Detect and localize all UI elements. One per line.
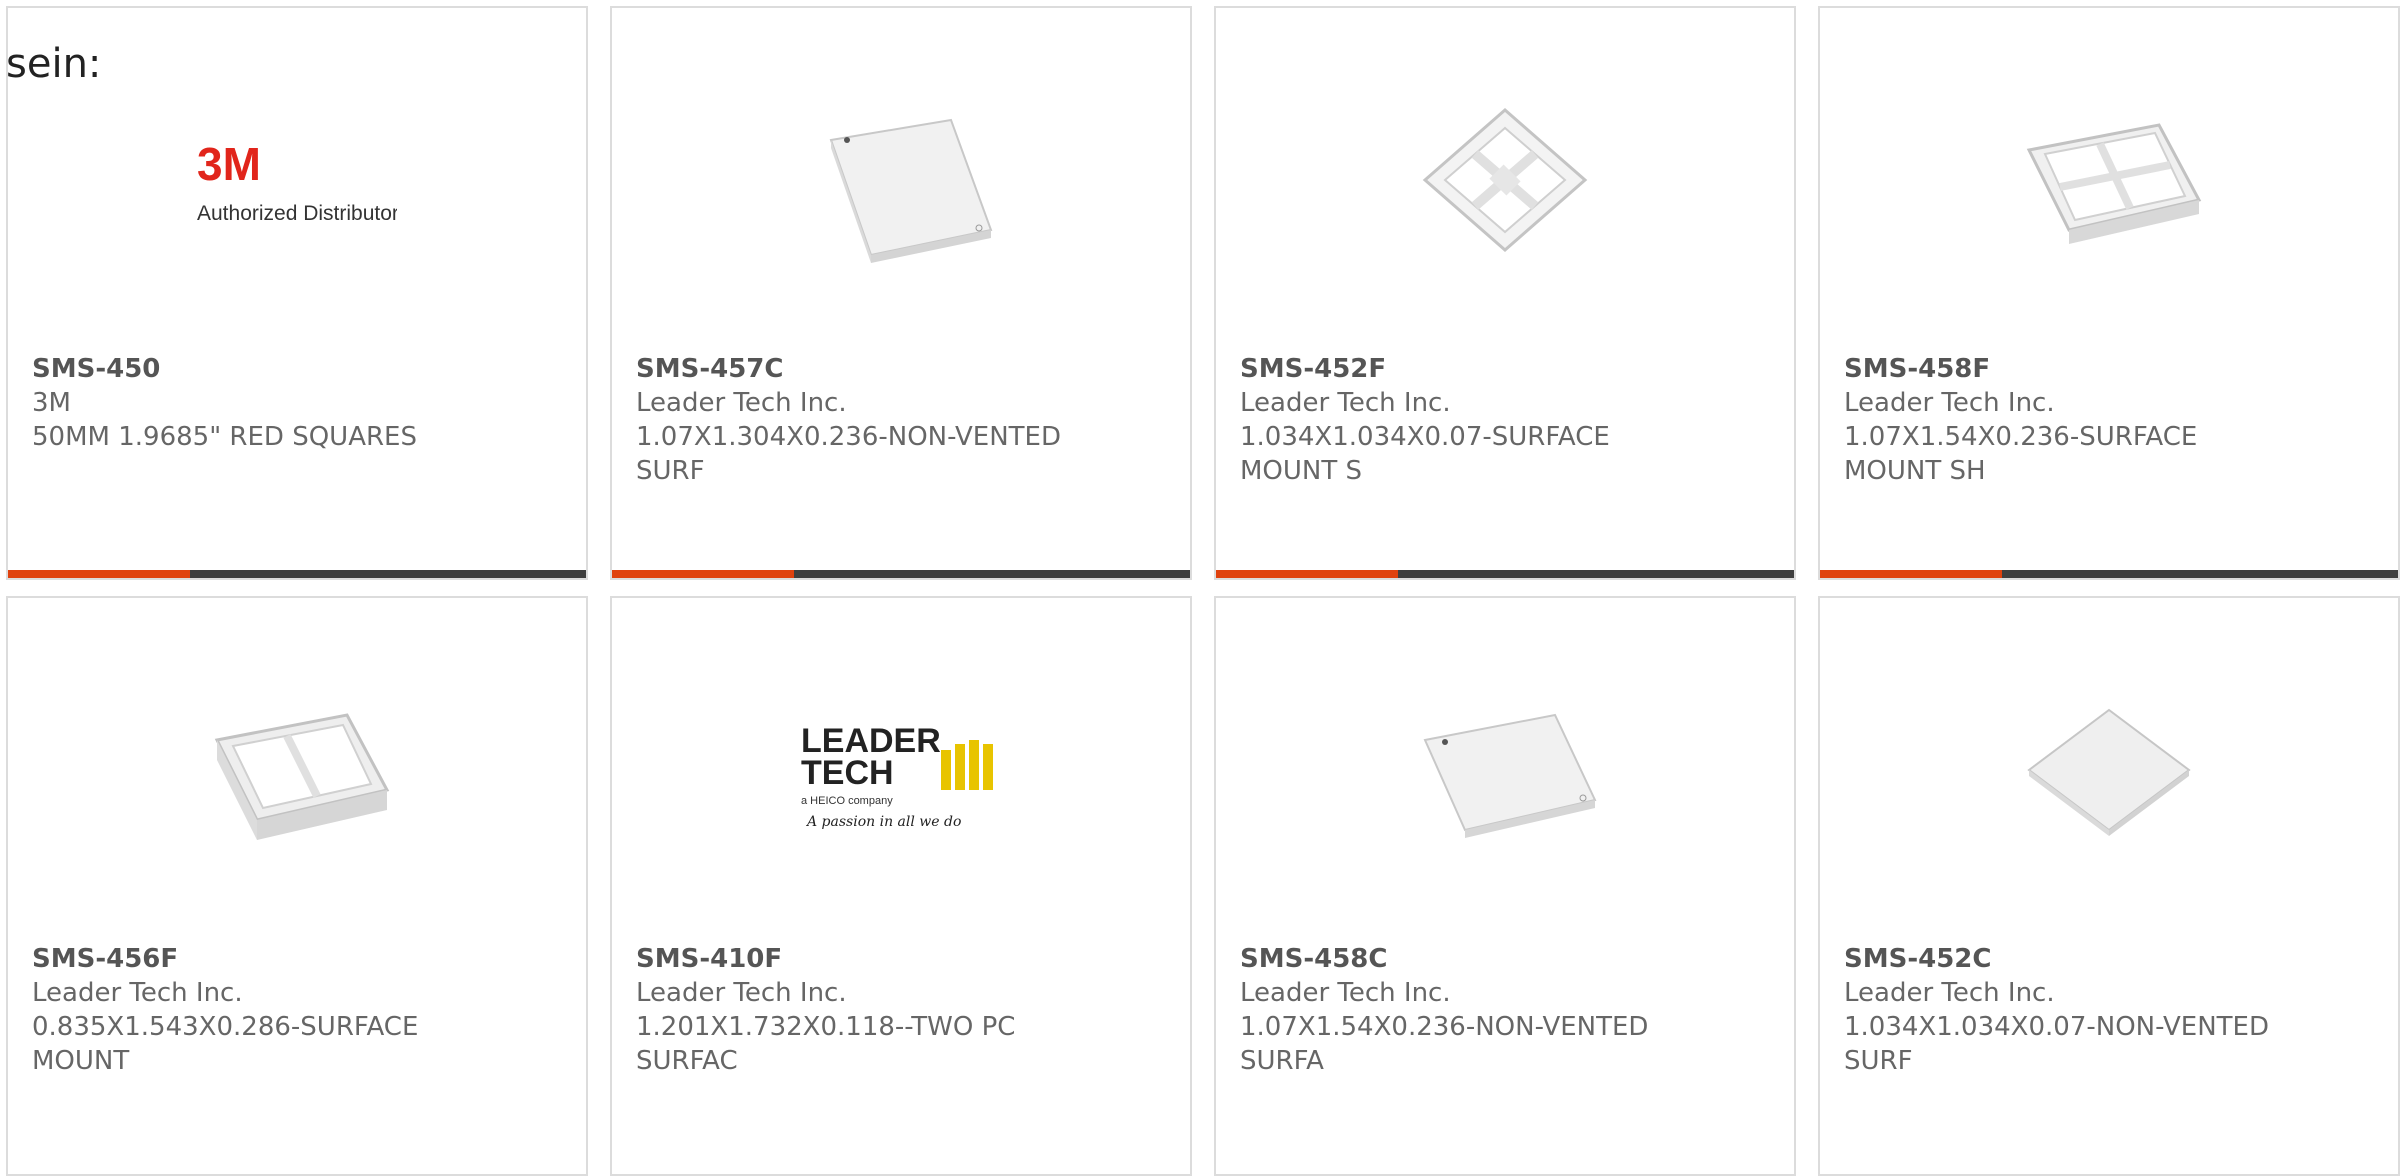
shield-cover-image [829, 118, 993, 263]
product-manufacturer: Leader Tech Inc. [1240, 978, 1451, 1008]
product-manufacturer: Leader Tech Inc. [1240, 388, 1451, 418]
product-part-number[interactable]: SMS-450 [32, 352, 160, 386]
product-description: 0.835X1.543X0.286-SURFACE MOUNT [32, 1012, 419, 1076]
product-card[interactable]: SMS-452C Leader Tech Inc. 1.034X1.034X0.… [1818, 596, 2400, 1176]
product-part-number[interactable]: SMS-456F [32, 942, 178, 976]
card-footer-bar [1820, 570, 2398, 578]
product-card[interactable]: SMS-456F Leader Tech Inc. 0.835X1.543X0.… [6, 596, 588, 1176]
product-card[interactable]: 3M Authorized Distributor SMS-450 3M 50M… [6, 6, 588, 580]
product-description: 1.034X1.034X0.07-SURFACE MOUNT S [1240, 422, 1610, 486]
shield-cover-flat-image [2027, 708, 2191, 836]
shield-frame-deep-image [214, 713, 390, 840]
product-manufacturer: Leader Tech Inc. [1844, 388, 2055, 418]
leadertech-logo: LEADER TECH a HEICO company A passion in… [801, 722, 993, 830]
product-part-number[interactable]: SMS-457C [636, 352, 783, 386]
card-footer-bar [8, 570, 586, 578]
shield-cover-image [1423, 713, 1597, 838]
shield-frame-square-image [1422, 108, 1588, 252]
3m-logo: 3M Authorized Distributor [197, 138, 397, 225]
product-manufacturer: 3M [32, 388, 71, 418]
product-card[interactable]: LEADER TECH a HEICO company A passion in… [610, 596, 1192, 1176]
svg-text:a HEICO company: a HEICO company [801, 795, 893, 807]
svg-text:3M: 3M [197, 138, 261, 190]
product-part-number[interactable]: SMS-458C [1240, 942, 1387, 976]
product-part-number[interactable]: SMS-410F [636, 942, 782, 976]
product-card[interactable]: SMS-458F Leader Tech Inc. 1.07X1.54X0.23… [1818, 6, 2400, 580]
product-manufacturer: Leader Tech Inc. [636, 978, 847, 1008]
shield-frame-rect-image [2026, 123, 2202, 244]
card-footer-bar [612, 570, 1190, 578]
product-manufacturer: Leader Tech Inc. [1844, 978, 2055, 1008]
product-description: 1.034X1.034X0.07-NON-VENTED SURF [1844, 1012, 2269, 1076]
product-card[interactable]: SMS-452F Leader Tech Inc. 1.034X1.034X0.… [1214, 6, 1796, 580]
product-description: 1.07X1.54X0.236-NON-VENTED SURFA [1240, 1012, 1649, 1076]
product-card[interactable]: SMS-457C Leader Tech Inc. 1.07X1.304X0.2… [610, 6, 1192, 580]
product-description: 1.201X1.732X0.118--TWO PC SURFAC [636, 1012, 1016, 1076]
product-part-number[interactable]: SMS-452C [1844, 942, 1991, 976]
svg-text:Authorized Distributor: Authorized Distributor [197, 202, 397, 225]
product-description: 1.07X1.304X0.236-NON-VENTED SURF [636, 422, 1061, 486]
product-description: 50MM 1.9685" RED SQUARES [32, 422, 417, 452]
product-manufacturer: Leader Tech Inc. [636, 388, 847, 418]
product-description: 1.07X1.54X0.236-SURFACE MOUNT SH [1844, 422, 2198, 486]
card-footer-bar [1216, 570, 1794, 578]
product-card[interactable]: SMS-458C Leader Tech Inc. 1.07X1.54X0.23… [1214, 596, 1796, 1176]
product-manufacturer: Leader Tech Inc. [32, 978, 243, 1008]
svg-text:A passion in all we do: A passion in all we do [805, 814, 961, 830]
svg-text:TECH: TECH [801, 754, 894, 792]
page-heading: sein: [6, 41, 102, 87]
product-part-number[interactable]: SMS-452F [1240, 352, 1386, 386]
product-part-number[interactable]: SMS-458F [1844, 352, 1990, 386]
